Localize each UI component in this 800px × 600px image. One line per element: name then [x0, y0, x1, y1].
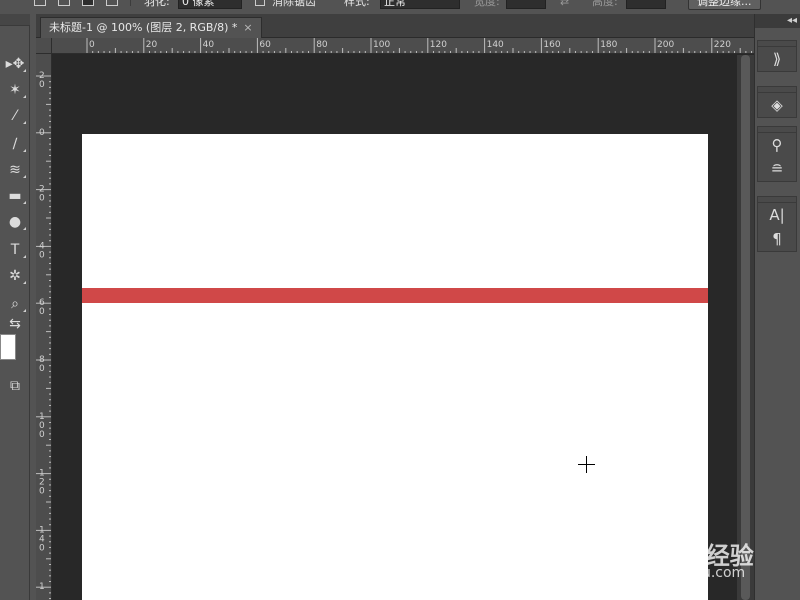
red-stripe-layer — [82, 288, 708, 303]
baidu-watermark: Bai du 经验 jingyan.baidu.com — [612, 514, 762, 584]
shape-tool-icon[interactable]: ✲ — [3, 266, 27, 286]
right-panel-dock: ◂◂ ⟫ ◈ ⚲ ≘ A| ¶ — [754, 14, 800, 600]
foreground-color-swatch[interactable] — [0, 334, 16, 360]
intersect-selection-icon[interactable] — [106, 0, 118, 6]
brush-icon[interactable]: ∕ — [3, 134, 27, 154]
panel-3d-icon[interactable]: ◈ — [758, 93, 796, 117]
history-brush-icon[interactable]: ≋ — [3, 160, 27, 180]
subtract-selection-icon[interactable] — [82, 0, 94, 6]
h-ruler-label: 140 — [487, 40, 504, 50]
h-ruler-label: 20 — [146, 40, 158, 50]
v-ruler-label: 0 — [39, 487, 45, 497]
new-selection-icon[interactable] — [34, 0, 46, 6]
panel-brush-presets-icon[interactable]: ⚲ — [758, 133, 796, 157]
panel-paragraph-icon[interactable]: ¶ — [758, 227, 796, 251]
width-label: 宽度: — [474, 0, 500, 8]
type-tool-icon[interactable]: T — [3, 240, 27, 260]
dodge-icon[interactable]: ● — [3, 212, 27, 232]
add-selection-icon[interactable] — [58, 0, 70, 6]
h-ruler-label: 220 — [714, 40, 731, 50]
swap-colors-icon[interactable]: ⇆ — [3, 314, 27, 334]
document-tab[interactable]: 未标题-1 @ 100% (图层 2, RGB/8) * × — [40, 17, 262, 38]
h-ruler-label: 180 — [600, 40, 617, 50]
vertical-ruler[interactable]: 200204060801001201401 — [36, 54, 52, 600]
ruler-origin[interactable] — [36, 38, 52, 54]
height-label: 高度: — [592, 0, 618, 8]
panel-adjust-icon[interactable]: ≘ — [758, 157, 796, 181]
height-input[interactable] — [626, 0, 666, 9]
options-bar: 羽化: 0 像素 消除锯齿 样式: 正常 宽度: ⇄ 高度: 调整边缘... — [0, 0, 800, 10]
feather-input[interactable]: 0 像素 — [178, 0, 242, 9]
antialias-label: 消除锯齿 — [272, 0, 316, 8]
crosshair-cursor-icon — [578, 456, 595, 473]
tools-panel: ▸✥ ✶ ⁄ ∕ ≋ ▬ ● T ✲ ⌕ ⇆ ⧉ — [0, 14, 30, 600]
v-ruler-label: 0 — [39, 80, 45, 90]
h-ruler-label: 160 — [543, 40, 560, 50]
screen-mode-icon[interactable]: ⧉ — [3, 376, 27, 396]
antialias-checkbox[interactable] — [255, 0, 265, 6]
magic-wand-icon[interactable]: ✶ — [3, 80, 27, 100]
panel-group: ⟫ — [757, 40, 797, 72]
h-ruler-label: 120 — [430, 40, 447, 50]
h-ruler-label: 40 — [203, 40, 215, 50]
v-ruler-label: 0 — [39, 128, 45, 138]
style-select[interactable]: 正常 — [380, 0, 460, 9]
v-ruler-label: 0 — [39, 307, 45, 317]
h-ruler-label: 60 — [259, 40, 271, 50]
panel-character-icon[interactable]: A| — [758, 203, 796, 227]
panel-group: A| ¶ — [757, 196, 797, 252]
document-tab-title: 未标题-1 @ 100% (图层 2, RGB/8) * — [49, 21, 238, 34]
close-tab-icon[interactable]: × — [243, 18, 252, 38]
h-ruler-label: 0 — [89, 40, 95, 50]
swap-wh-icon[interactable]: ⇄ — [560, 0, 569, 10]
v-ruler-label: 0 — [39, 194, 45, 204]
h-ruler-label: 200 — [657, 40, 674, 50]
v-ruler-label: 0 — [39, 250, 45, 260]
v-ruler-label: 0 — [39, 430, 45, 440]
h-ruler-label: 80 — [316, 40, 328, 50]
tools-panel-grip[interactable] — [0, 14, 30, 26]
panel-group: ◈ — [757, 86, 797, 118]
panel-group: ⚲ ≘ — [757, 126, 797, 182]
h-ruler-label: 100 — [373, 40, 390, 50]
horizontal-ruler[interactable]: 0 20 40 60 80 100 120 140 160 180 200 220 — [52, 38, 754, 54]
feather-label: 羽化: — [144, 0, 170, 8]
collapse-panels-icon[interactable]: ◂◂ — [755, 14, 800, 28]
width-input[interactable] — [506, 0, 546, 9]
document-tab-bar: 未标题-1 @ 100% (图层 2, RGB/8) * × — [36, 14, 754, 38]
style-label: 样式: — [344, 0, 370, 8]
v-ruler-label: 0 — [39, 364, 45, 374]
document-window: 未标题-1 @ 100% (图层 2, RGB/8) * × 0 20 40 60 80 1… — [36, 14, 754, 600]
eyedropper-icon[interactable]: ⁄ — [3, 106, 27, 126]
panel-history-icon[interactable]: ⟫ — [758, 47, 796, 71]
v-ruler-label: 1 — [39, 582, 45, 592]
gradient-icon[interactable]: ▬ — [3, 186, 27, 206]
refine-edge-button[interactable]: 调整边缘... — [688, 0, 761, 10]
zoom-tool-icon[interactable]: ⌕ — [3, 294, 27, 314]
v-ruler-label: 0 — [39, 543, 45, 553]
watermark-url: jingyan.baidu.com — [616, 565, 746, 581]
move-tool-icon[interactable]: ▸✥ — [3, 54, 27, 74]
